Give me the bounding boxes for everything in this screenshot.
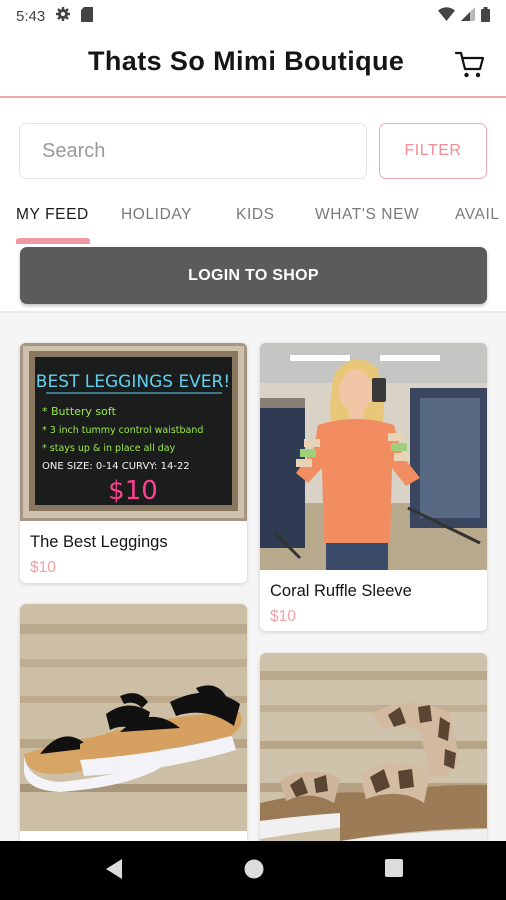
tab-whats-new[interactable]: WHAT'S NEW xyxy=(315,206,419,224)
tab-holiday[interactable]: HOLIDAY xyxy=(121,206,192,224)
product-image-woven-sandals xyxy=(260,653,487,841)
product-image-coral-ruffle-sleeve xyxy=(260,343,487,570)
category-tabs: MY FEED HOLIDAY KIDS WHAT'S NEW AVAIL xyxy=(0,198,506,244)
product-image-leggings: BEST LEGGINGS EVER! * Buttery soft * 3 i… xyxy=(20,343,247,521)
app-title: Thats So Mimi Boutique xyxy=(88,46,405,76)
battery-icon xyxy=(481,6,490,26)
sign-sizes: ONE SIZE: 0-14 CURVY: 14-22 xyxy=(42,461,190,472)
recents-icon[interactable] xyxy=(384,858,404,883)
product-feed: BEST LEGGINGS EVER! * Buttery soft * 3 i… xyxy=(0,313,506,841)
sign-price: $10 xyxy=(108,476,158,506)
sign-title: BEST LEGGINGS EVER! xyxy=(36,372,230,392)
home-icon[interactable] xyxy=(243,858,265,885)
status-bar: 5:43 xyxy=(0,0,506,32)
product-card[interactable]: BEST LEGGINGS EVER! * Buttery soft * 3 i… xyxy=(20,343,247,583)
filter-button[interactable]: FILTER xyxy=(379,123,487,179)
tab-available[interactable]: AVAIL xyxy=(455,206,500,224)
product-image-black-sandals xyxy=(20,604,247,831)
active-tab-indicator xyxy=(16,238,90,244)
app-header: Thats So Mimi Boutique xyxy=(0,32,506,98)
status-right xyxy=(438,6,490,26)
product-price: $10 xyxy=(270,608,296,625)
tab-kids[interactable]: KIDS xyxy=(236,206,275,224)
tab-my-feed[interactable]: MY FEED xyxy=(16,206,89,224)
product-price: $10 xyxy=(30,559,56,576)
wifi-icon xyxy=(438,7,455,25)
sign-line-3: * stays up & in place all day xyxy=(42,443,176,454)
settings-icon xyxy=(55,6,71,26)
sd-card-icon xyxy=(81,6,94,26)
navigation-bar xyxy=(0,841,506,900)
signal-icon xyxy=(461,7,475,25)
product-name: Coral Ruffle Sleeve xyxy=(270,582,412,600)
product-card[interactable]: Coral Ruffle Sleeve $10 xyxy=(260,343,487,631)
product-card[interactable] xyxy=(20,604,247,841)
cart-icon xyxy=(454,51,485,78)
back-icon[interactable] xyxy=(104,858,124,885)
status-left: 5:43 xyxy=(16,6,94,26)
product-name: The Best Leggings xyxy=(30,533,168,551)
cart-button[interactable] xyxy=(454,48,486,80)
product-card[interactable] xyxy=(260,653,487,841)
search-input[interactable]: Search xyxy=(19,123,367,179)
status-time: 5:43 xyxy=(16,7,46,25)
sign-line-2: * 3 inch tummy control waistband xyxy=(42,425,203,436)
sign-line-1: * Buttery soft xyxy=(42,405,117,418)
login-to-shop-button[interactable]: LOGIN TO SHOP xyxy=(20,247,487,304)
search-placeholder: Search xyxy=(42,139,106,162)
